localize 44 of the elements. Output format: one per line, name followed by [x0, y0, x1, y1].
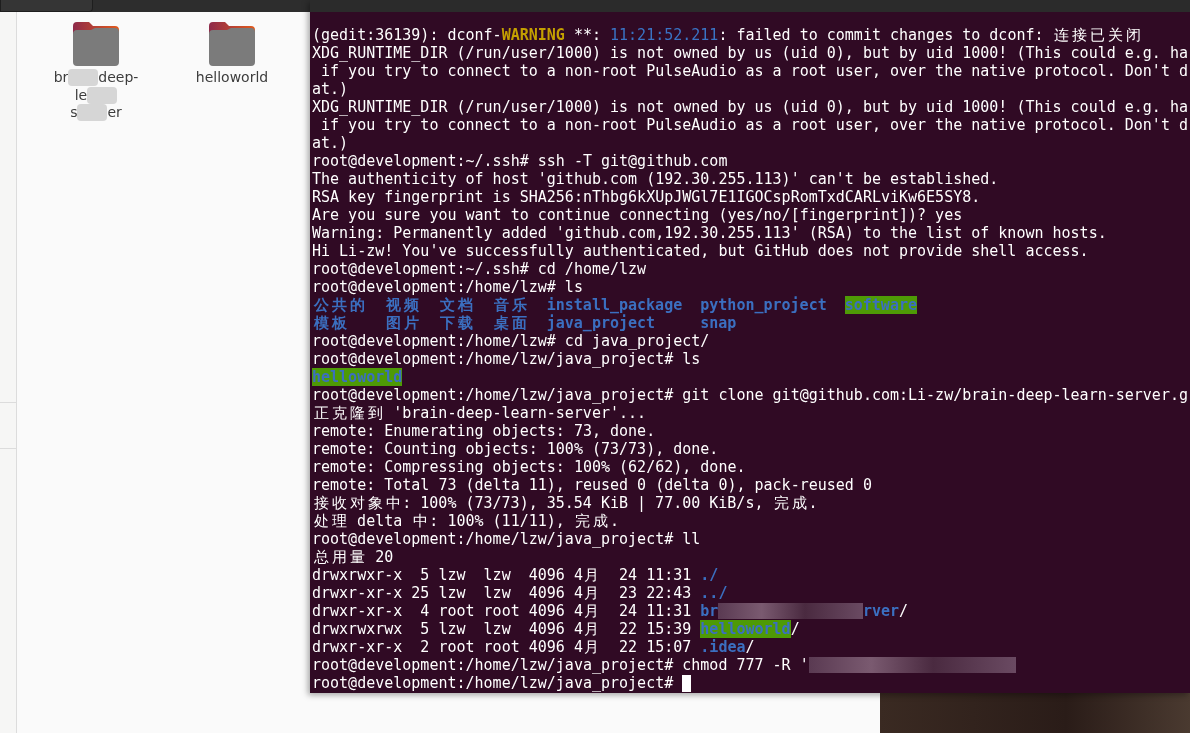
folder-name[interactable]: helloworld: [195, 69, 269, 87]
folder-name[interactable]: deep-: [98, 69, 139, 87]
terminal-line: The authenticity of host 'github.com (192.30.255.113)' can't be established.: [312, 170, 1000, 188]
terminal-line: (gedit:36139): dconf-WARNING **: 11:21:52.211: failed to commit changes to dconf: 连接已关闭: [312, 26, 1143, 44]
terminal-line: remote: Enumerating objects: 73, done.: [312, 422, 657, 440]
terminal-line: drwxr-xr-x 25 lzw lzw 4096 4月 23 22:43 ../: [312, 584, 729, 602]
terminal-line: Hi Li-zw! You've successfully authenticated, but GitHub does not provide shell access.: [312, 242, 1090, 260]
terminal-line: 模板 图片 下载 桌面 java_project snap: [312, 314, 738, 332]
terminal-line: remote: Compressing objects: 100% (62/62), done.: [312, 458, 747, 476]
terminal-line: root@development:/home/lzw/java_project# ll: [312, 530, 702, 548]
folder-name[interactable]: le: [74, 86, 88, 104]
terminal-line: drwxrwxr-x 5 lzw lzw 4096 4月 24 11:31 ./: [312, 566, 720, 584]
folder-icon[interactable]: [73, 22, 119, 66]
terminal-line: 正克隆到 'brain-deep-learn-server'...: [312, 404, 648, 422]
terminal-line: root@development:~/.ssh# ssh -T git@github.com: [312, 152, 729, 170]
terminal-line: root@development:/home/lzw# cd java_project/: [312, 332, 711, 350]
terminal-line: at.): [312, 134, 350, 152]
terminal-line: root@development:/home/lzw# ls: [312, 278, 584, 296]
folder-icon[interactable]: [209, 22, 255, 66]
terminal-line: XDG_RUNTIME_DIR (/run/user/1000) is not owned by us (uid 0), but by uid 1000! (This could e.g. ha: [312, 98, 1189, 116]
terminal-line: root@development:/home/lzw/java_project# git clone git@github.com:Li-zw/brain-deep-learn-server.g: [312, 386, 1189, 404]
terminal-line: remote: Total 73 (delta 11), reused 0 (delta 0), pack-reused 0: [312, 476, 873, 494]
folder-name[interactable]: br: [53, 69, 69, 87]
terminal-line: if you try to connect to a non-root PulseAudio as a root user, over the native protocol. Don't d: [320, 62, 1189, 80]
terminal-line: 总用量 20: [312, 548, 395, 566]
terminal-line: at.): [312, 80, 350, 98]
terminal-line: RSA key fingerprint is SHA256:nThbg6kXUpJWGl7E1IGOCspRomTxdCARLviKw6E5SY8.: [312, 188, 982, 206]
terminal-line: Are you sure you want to continue connecting (yes/no/[fingerprint])? yes: [312, 206, 964, 224]
folder-name[interactable]: er: [107, 104, 122, 122]
terminal-line: remote: Counting objects: 100% (73/73), done.: [312, 440, 720, 458]
terminal-line: XDG_RUNTIME_DIR (/run/user/1000) is not owned by us (uid 0), but by uid 1000! (This could e.g. ha: [312, 44, 1189, 62]
terminal-line: root@development:/home/lzw/java_project# ls: [312, 350, 702, 368]
folder-name[interactable]: s: [70, 104, 78, 122]
terminal-line: root@development:/home/lzw/java_project#: [312, 674, 1190, 692]
terminal-line: root@development:~/.ssh# cd /home/lzw: [312, 260, 648, 278]
terminal-line: root@development:/home/lzw/java_project# chmod 777 -R ': [312, 656, 1190, 674]
terminal-line: 接收对象中: 100% (73/73), 35.54 KiB | 77.00 KiB/s, 完成.: [312, 494, 819, 512]
terminal-line: drwxr-xr-x 4 root root 4096 4月 24 11:31 br rver/: [312, 602, 910, 620]
terminal-line: 公共的 视频 文档 音乐 install_package python_project software: [312, 296, 918, 314]
terminal-line: 处理 delta 中: 100% (11/11), 完成.: [312, 512, 620, 530]
terminal-line: Warning: Permanently added 'github.com,192.30.255.113' (RSA) to the list of known hosts.: [312, 224, 1108, 242]
terminal-line: drwxrwxrwx 5 lzw lzw 4096 4月 22 15:39 helloworld/: [312, 620, 801, 638]
terminal-line: drwxr-xr-x 2 root root 4096 4月 22 15:07 .idea/: [312, 638, 756, 656]
terminal-line: if you try to connect to a non-root PulseAudio as a root user, over the native protocol. Don't d: [320, 116, 1189, 134]
